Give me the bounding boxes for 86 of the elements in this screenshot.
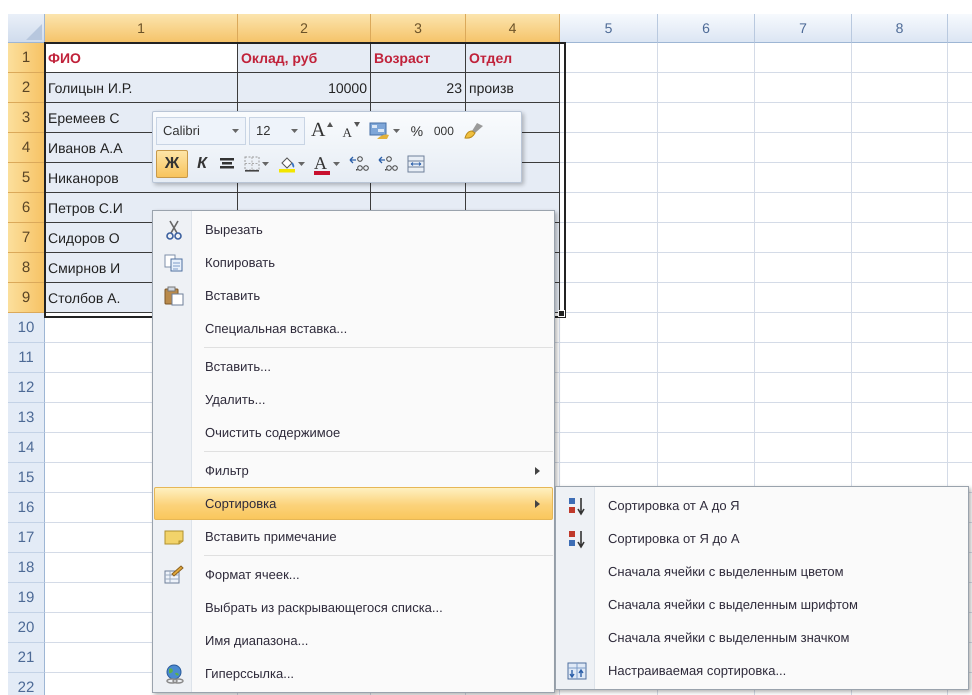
menu-item[interactable]: Удалить... bbox=[154, 383, 553, 416]
note-icon bbox=[164, 528, 184, 544]
table-cell: Голицын И.Р. bbox=[45, 73, 238, 103]
font-color-button[interactable]: A bbox=[311, 150, 343, 178]
sort-descending-icon bbox=[567, 528, 587, 548]
column-header[interactable]: 7 bbox=[755, 14, 852, 43]
increase-decimal-icon bbox=[349, 154, 369, 172]
row-header[interactable]: 6 bbox=[8, 193, 45, 223]
row-header[interactable]: 21 bbox=[8, 643, 45, 673]
menu-item[interactable]: Имя диапазона... bbox=[154, 624, 553, 657]
row-header[interactable]: 18 bbox=[8, 553, 45, 583]
align-center-icon bbox=[219, 156, 235, 170]
clipboard-icon bbox=[164, 286, 184, 306]
table-cell: произв bbox=[466, 73, 560, 103]
row-header[interactable]: 1 bbox=[8, 43, 45, 73]
scissors-icon bbox=[165, 220, 183, 240]
row-header[interactable]: 17 bbox=[8, 523, 45, 553]
table-cell: ФИО bbox=[45, 43, 238, 73]
paintbrush-icon bbox=[462, 122, 485, 140]
menu-item[interactable]: Настраиваемая сортировка... bbox=[557, 654, 967, 687]
color-bar-icon bbox=[314, 170, 330, 174]
table-cell: 23 bbox=[371, 73, 466, 103]
sort-ascending-icon bbox=[567, 496, 587, 516]
menu-item[interactable]: Вставить примечание bbox=[154, 520, 553, 553]
decrease-decimal-icon bbox=[378, 154, 398, 172]
row-header[interactable]: 20 bbox=[8, 613, 45, 643]
row-header[interactable]: 19 bbox=[8, 583, 45, 613]
column-header[interactable]: 8 bbox=[852, 14, 948, 43]
menu-item[interactable]: Сначала ячейки с выделенным шрифтом bbox=[557, 588, 967, 621]
table-cell: Возраст bbox=[371, 43, 466, 73]
format-cells-icon bbox=[164, 564, 184, 584]
row-header[interactable]: 4 bbox=[8, 133, 45, 163]
menu-item[interactable]: Выбрать из раскрывающегося списка... bbox=[154, 591, 553, 624]
row-header[interactable]: 9 bbox=[8, 283, 45, 313]
menu-item[interactable]: Сортировка от А до Я bbox=[557, 489, 967, 522]
border-icon bbox=[244, 156, 260, 172]
arrow-down-icon bbox=[354, 122, 360, 126]
paint-bucket-icon bbox=[278, 154, 296, 172]
arrow-up-icon bbox=[327, 122, 334, 126]
corner-triangle-icon bbox=[26, 24, 42, 40]
table-cell: Отдел bbox=[466, 43, 560, 73]
column-header[interactable]: 4 bbox=[466, 14, 560, 43]
row-header[interactable]: 10 bbox=[8, 313, 45, 343]
menu-item[interactable]: Специальная вставка... bbox=[154, 312, 553, 345]
merge-cells-icon bbox=[407, 154, 425, 172]
row-header[interactable]: 14 bbox=[8, 433, 45, 463]
menu-item[interactable]: Сортировка bbox=[154, 487, 553, 520]
row-header[interactable]: 13 bbox=[8, 403, 45, 433]
row-header[interactable]: 12 bbox=[8, 373, 45, 403]
menu-item[interactable]: Сначала ячейки с выделенным значком bbox=[557, 621, 967, 654]
menu-item[interactable]: Очистить содержимое bbox=[154, 416, 553, 449]
column-header[interactable]: 1 bbox=[45, 14, 238, 43]
menu-item[interactable]: Сначала ячейки с выделенным цветом bbox=[557, 555, 967, 588]
menu-item[interactable]: Сортировка от Я до А bbox=[557, 522, 967, 555]
menu-item[interactable]: Гиперссылка... bbox=[154, 657, 553, 690]
row-header[interactable]: 5 bbox=[8, 163, 45, 193]
copy-icon bbox=[164, 254, 184, 272]
menu-item[interactable]: Фильтр bbox=[154, 454, 553, 487]
table-cell: Оклад, руб bbox=[238, 43, 371, 73]
row-header[interactable]: 2 bbox=[8, 73, 45, 103]
row-header[interactable]: 16 bbox=[8, 493, 45, 523]
row-header[interactable]: 11 bbox=[8, 343, 45, 373]
custom-sort-icon bbox=[567, 662, 587, 680]
shrink-font-button[interactable]: A bbox=[339, 116, 363, 144]
row-header[interactable]: 8 bbox=[8, 253, 45, 283]
fill-handle[interactable] bbox=[558, 310, 565, 317]
menu-item[interactable]: Формат ячеек... bbox=[154, 558, 553, 591]
row-header[interactable]: 22 bbox=[8, 673, 45, 695]
menu-item[interactable]: Вставить... bbox=[154, 350, 553, 383]
percent-button[interactable]: % bbox=[406, 116, 428, 144]
thousands-button[interactable]: 000 bbox=[430, 116, 457, 144]
row-header[interactable]: 7 bbox=[8, 223, 45, 253]
table-cell: 10000 bbox=[238, 73, 371, 103]
column-header[interactable]: 3 bbox=[371, 14, 466, 43]
column-header[interactable]: 2 bbox=[238, 14, 371, 43]
font-size-field[interactable]: 12 bbox=[249, 116, 305, 144]
cell-styles-icon bbox=[368, 122, 391, 140]
column-header[interactable]: 6 bbox=[658, 14, 755, 43]
font-field[interactable]: Calibri bbox=[156, 116, 246, 144]
caret-icon bbox=[291, 128, 298, 132]
grow-font-button[interactable]: A bbox=[308, 116, 336, 144]
column-header[interactable]: 5 bbox=[560, 14, 658, 43]
bold-button[interactable]: Ж bbox=[156, 150, 188, 178]
globe-icon bbox=[164, 664, 184, 684]
row-header[interactable]: 15 bbox=[8, 463, 45, 493]
row-header[interactable]: 3 bbox=[8, 103, 45, 133]
